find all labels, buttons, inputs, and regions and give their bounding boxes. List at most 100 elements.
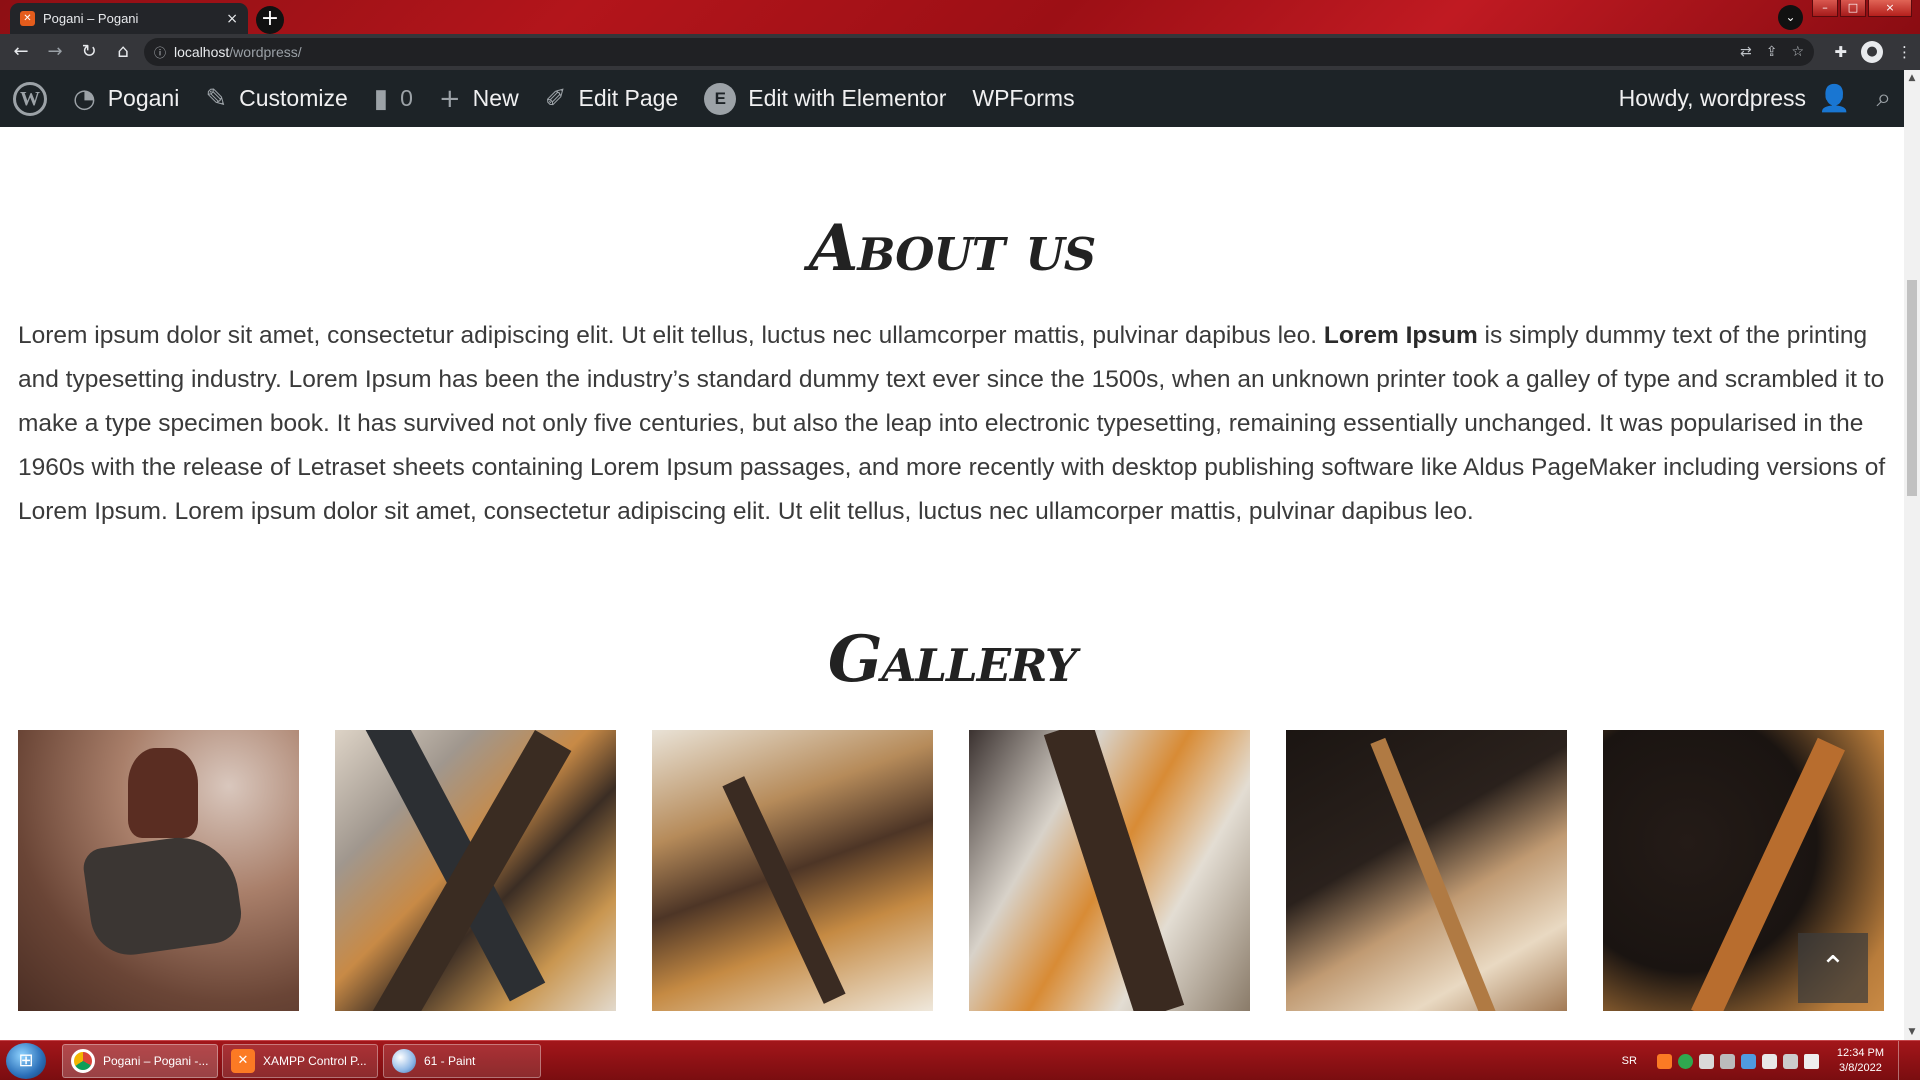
plus-icon: + [438,83,461,114]
reload-button[interactable]: ↻ [76,39,102,65]
gallery-image-5[interactable] [1286,730,1567,1011]
about-text-part-1: Lorem ipsum dolor sit amet, consectetur … [18,322,1324,349]
taskbar-chrome[interactable]: Pogani – Pogani -... [62,1044,218,1078]
maximize-button[interactable]: □ [1840,0,1866,17]
xampp-favicon-icon: ✕ [20,11,35,26]
clock-time: 12:34 PM [1836,1047,1884,1059]
edit-with-elementor-label: Edit with Elementor [748,85,947,111]
gallery-image-4[interactable] [969,730,1250,1011]
leather-piece [81,830,245,960]
taskbar-paint[interactable]: 61 - Paint [383,1044,541,1078]
back-button[interactable]: ← [8,39,34,65]
tab-close-icon[interactable]: × [226,11,238,27]
scroll-down-icon[interactable]: ▼ [1904,1024,1920,1040]
comment-icon: ▮ [373,83,389,114]
browser-tab[interactable]: ✕ Pogani – Pogani × [10,3,248,34]
new-content-menu[interactable]: + New [426,70,532,127]
elementor-icon: E [704,82,737,115]
url-path: /wordpress/ [229,44,302,60]
wp-admin-bar: W ◔ Pogani ✎ Customize ▮ 0 + New ✐ Edit … [0,70,1904,127]
bluetooth-tray-icon[interactable] [1740,1053,1756,1069]
taskbar-chrome-label: Pogani – Pogani -... [103,1054,209,1068]
xampp-tray-icon[interactable] [1656,1053,1672,1069]
wpforms-label: WPForms [972,85,1075,111]
paint-icon [392,1049,416,1073]
extensions-icon[interactable]: ✚ [1834,43,1847,61]
url-host: localhost [174,44,230,60]
customize-label: Customize [239,85,348,111]
site-name-label: Pogani [107,85,180,111]
scroll-up-icon[interactable]: ▲ [1904,70,1920,86]
back-to-top-button[interactable]: ⌃ [1798,933,1868,1003]
howdy-label: Howdy, wordpress [1618,85,1807,111]
profile-icon[interactable]: ● [1861,41,1883,63]
share-icon[interactable]: ⇪ [1766,44,1778,60]
wordpress-logo-icon: W [13,81,47,116]
network-tray-icon[interactable] [1698,1053,1714,1069]
admin-bar-search[interactable]: ⌕ [1863,70,1904,127]
edit-page-label: Edit Page [578,85,679,111]
about-text-part-2: is simply dummy text of the printing and… [18,322,1886,525]
user-avatar-icon: 👤 [1818,83,1851,114]
menu-icon[interactable]: ⋮ [1897,43,1912,61]
new-label: New [472,85,519,111]
system-clock[interactable]: 12:34 PM 3/8/2022 [1837,1046,1884,1076]
language-indicator[interactable]: SR [1622,1055,1637,1067]
wp-logo-menu[interactable]: W [0,70,60,127]
star-icon[interactable]: ☆ [1791,44,1804,60]
gallery-image-1[interactable] [18,730,299,1011]
omnibox-actions: ⇄ ⇪ ☆ [1740,38,1804,66]
gallery-heading: Gallery [827,622,1077,697]
about-paragraph: Lorem ipsum dolor sit amet, consectetur … [18,314,1888,534]
new-tab-button[interactable]: + [256,6,284,34]
leather-piece [1370,737,1498,1011]
admin-bar-secondary: Howdy, wordpress 👤 ⌕ [1606,70,1904,127]
comments-link[interactable]: ▮ 0 [361,70,426,127]
brush-icon: ✎ [205,83,228,114]
home-button[interactable]: ⌂ [110,39,136,65]
scrollbar-thumb[interactable] [1907,280,1917,496]
leather-piece [1043,730,1185,1011]
tab-title: Pogani – Pogani [43,11,139,26]
taskbar-xampp[interactable]: ✕ XAMPP Control P... [222,1044,378,1078]
address-bar[interactable]: ⓘ localhost /wordpress/ ⇄ ⇪ ☆ [144,38,1814,66]
site-info-icon[interactable]: ⓘ [154,44,166,61]
close-window-button[interactable]: × [1868,0,1912,17]
wpforms-menu[interactable]: WPForms [959,70,1087,127]
comments-count: 0 [400,85,413,111]
xampp-icon: ✕ [231,1049,255,1073]
tab-search-icon[interactable]: ⌄ [1778,5,1803,30]
gallery-grid [18,730,1884,1011]
window-controls: – □ × [1812,0,1912,17]
toolbar-actions: ✚ ● ⋮ [1834,34,1912,70]
pencil-icon: ✐ [544,83,567,114]
minimize-button[interactable]: – [1812,0,1838,17]
about-text-bold: Lorem Ipsum [1323,322,1478,349]
search-icon: ⌕ [1876,83,1891,113]
page-scrollbar[interactable]: ▲ ▼ [1904,70,1920,1040]
edit-with-elementor-link[interactable]: E Edit with Elementor [691,70,959,127]
flag-tray-icon[interactable] [1761,1053,1777,1069]
taskbar-paint-label: 61 - Paint [424,1054,476,1068]
translate-icon[interactable]: ⇄ [1740,44,1752,60]
start-button[interactable]: ⊞ [6,1043,46,1079]
leather-piece [128,748,198,838]
usb-tray-icon[interactable] [1719,1053,1735,1069]
security-tray-icon[interactable] [1677,1053,1693,1069]
display-tray-icon[interactable] [1782,1053,1798,1069]
gallery-image-2[interactable] [335,730,616,1011]
chrome-icon [71,1049,95,1073]
gallery-image-3[interactable] [652,730,933,1011]
my-account-menu[interactable]: Howdy, wordpress 👤 [1606,70,1864,127]
page-content: About us Lorem ipsum dolor sit amet, con… [0,127,1904,1040]
browser-toolbar: ← → ↻ ⌂ ⓘ localhost /wordpress/ ⇄ ⇪ ☆ ✚ … [0,34,1920,70]
volume-tray-icon[interactable] [1803,1053,1819,1069]
customize-link[interactable]: ✎ Customize [192,70,360,127]
windows-taskbar: ⊞ Pogani – Pogani -... ✕ XAMPP Control P… [0,1040,1920,1080]
forward-button[interactable]: → [42,39,68,65]
leather-piece [722,776,846,1004]
site-name-menu[interactable]: ◔ Pogani [60,70,192,127]
about-heading: About us [808,211,1096,286]
edit-page-link[interactable]: ✐ Edit Page [532,70,692,127]
show-desktop-button[interactable] [1898,1041,1910,1080]
